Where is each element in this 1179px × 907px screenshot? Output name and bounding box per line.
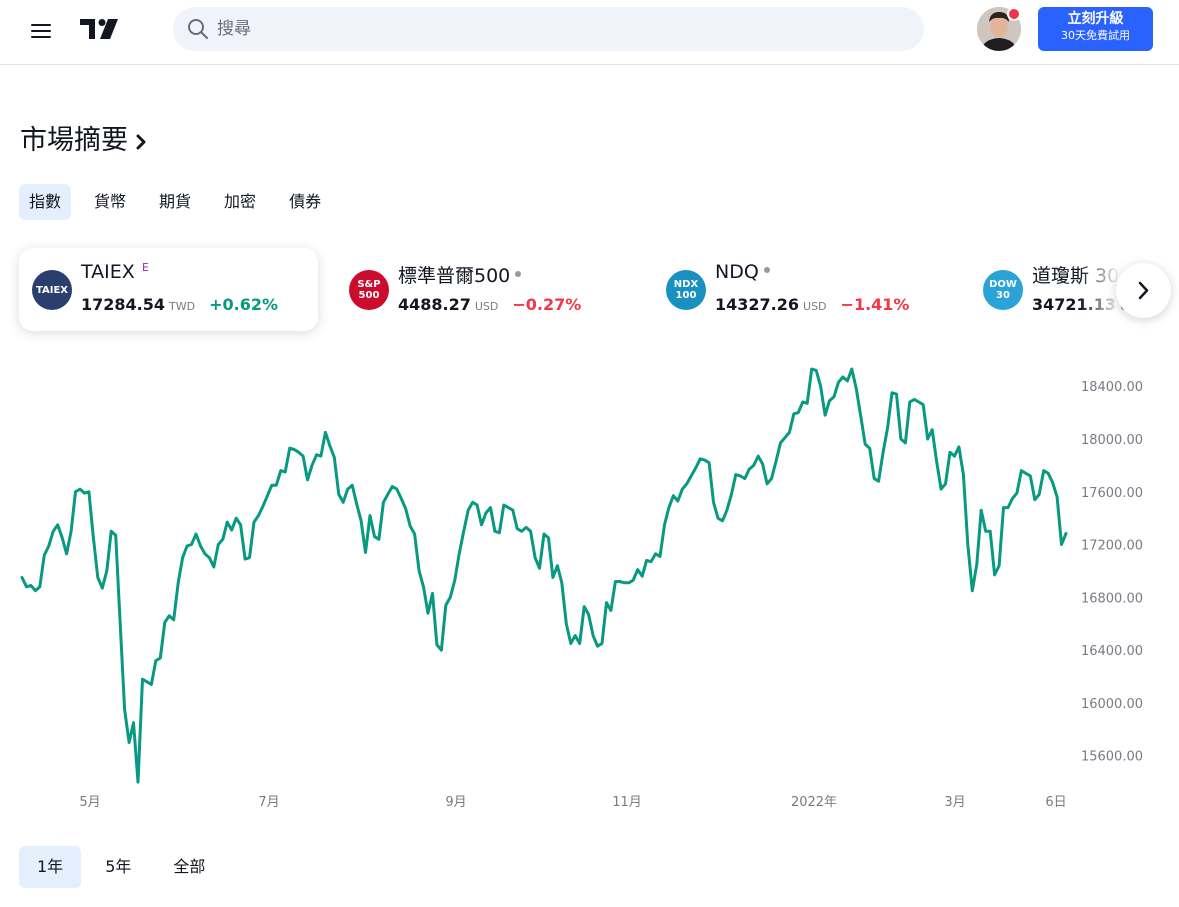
- y-axis-labels: 15600.00 16000.00 16400.00 16800.00 17200.00…: [1081, 380, 1143, 765]
- y-tick-label: 16800.00: [1081, 591, 1143, 606]
- category-tabs: 指數 貨幣 期貨 加密 債券: [19, 184, 344, 220]
- range-selector: 1年 5年 全部: [19, 846, 229, 888]
- ticker-price: 4488.27 USD −0.27%: [398, 295, 582, 314]
- page-title[interactable]: 市場摘要: [20, 118, 148, 157]
- ticker-name: TAIEX: [81, 261, 135, 283]
- y-tick-label: 18400.00: [1081, 380, 1143, 395]
- sp500-logo-icon: S&P 500: [349, 270, 389, 310]
- tab-futures[interactable]: 期貨: [149, 184, 201, 220]
- ndx-logo-icon: NDX 100: [666, 270, 706, 310]
- x-tick-label: 2022年: [791, 795, 837, 810]
- ticker-name: 標準普爾500: [398, 261, 522, 288]
- tab-currencies[interactable]: 貨幣: [84, 184, 136, 220]
- carousel-next-button[interactable]: [1116, 263, 1171, 318]
- search-icon: [188, 19, 208, 39]
- y-tick-label: 17600.00: [1081, 486, 1143, 501]
- y-tick-label: 16000.00: [1081, 697, 1143, 712]
- x-tick-label: 6日: [1045, 795, 1066, 810]
- tab-indices[interactable]: 指數: [19, 184, 72, 220]
- ticker-card-taiex[interactable]: TAIEX TAIEX E 17284.54 TWD +0.62%: [19, 248, 318, 331]
- price-series-line: [20, 367, 1068, 784]
- ticker-name: NDQ: [715, 261, 770, 283]
- x-tick-label: 3月: [944, 795, 965, 810]
- y-tick-label: 16400.00: [1081, 644, 1143, 659]
- ticker-sup: E: [142, 261, 149, 274]
- y-tick-label: 18000.00: [1081, 433, 1143, 448]
- price-chart[interactable]: 15600.00 16000.00 16400.00 16800.00 17200.00…: [0, 340, 1179, 820]
- range-all[interactable]: 全部: [155, 846, 223, 888]
- ticker-price: 14327.26 USD −1.41%: [715, 295, 910, 314]
- x-tick-label: 5月: [79, 795, 100, 810]
- y-tick-label: 15600.00: [1081, 750, 1143, 765]
- x-tick-label: 9月: [445, 795, 466, 810]
- upgrade-button[interactable]: 立刻升級 30天免費試用: [1038, 7, 1153, 51]
- range-1y[interactable]: 1年: [19, 846, 82, 888]
- ticker-price: 17284.54 TWD +0.62%: [81, 295, 279, 314]
- tradingview-logo-icon[interactable]: [80, 17, 122, 41]
- page-title-text: 市場摘要: [20, 125, 128, 156]
- ticker-card-sp500[interactable]: S&P 500 標準普爾500 4488.27 USD −0.27%: [336, 248, 636, 331]
- top-header: 立刻升級 30天免費試用: [0, 0, 1179, 65]
- x-tick-label: 7月: [258, 795, 279, 810]
- y-tick-label: 17200.00: [1081, 539, 1143, 554]
- upgrade-label: 立刻升級: [1067, 11, 1124, 27]
- search-input[interactable]: [217, 7, 897, 51]
- chevron-right-icon: [1138, 281, 1149, 300]
- hamburger-menu-icon[interactable]: [28, 20, 54, 42]
- taiex-logo-icon: TAIEX: [32, 270, 72, 310]
- tab-crypto[interactable]: 加密: [214, 184, 266, 220]
- search-bar[interactable]: [173, 7, 924, 51]
- ticker-card-ndq[interactable]: NDX 100 NDQ 14327.26 USD −1.41%: [653, 248, 953, 331]
- upgrade-sublabel: 30天免費試用: [1061, 29, 1130, 42]
- notification-dot: [1007, 7, 1021, 21]
- range-5y[interactable]: 5年: [87, 846, 149, 888]
- x-tick-label: 11月: [612, 795, 642, 810]
- tab-bonds[interactable]: 債券: [279, 184, 331, 220]
- carousel-fade: [1080, 248, 1120, 331]
- dow-logo-icon: DOW 30: [983, 270, 1023, 310]
- chevron-right-icon: [136, 134, 146, 149]
- x-axis-labels: 5月 7月 9月 11月 2022年 3月 6日: [79, 795, 1066, 810]
